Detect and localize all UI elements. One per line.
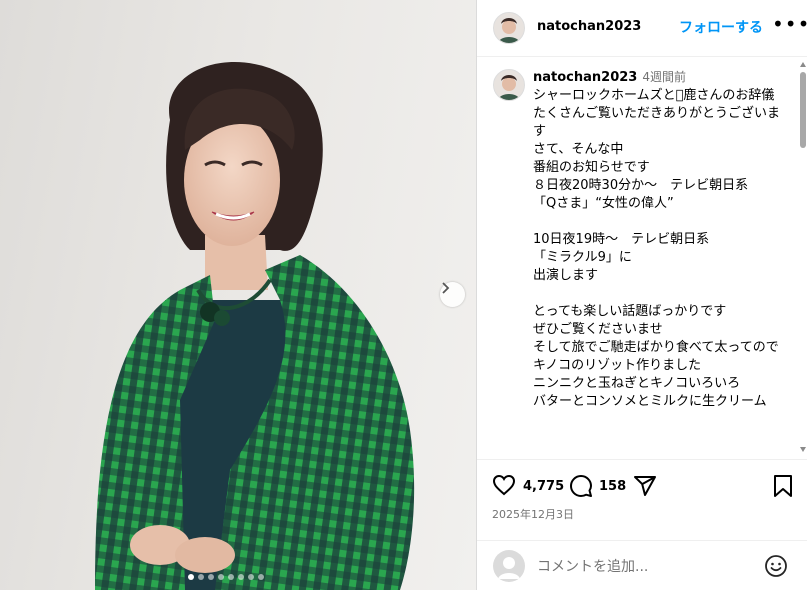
comment-bubble-icon[interactable] bbox=[569, 474, 593, 498]
caption-scrollbar[interactable] bbox=[799, 62, 807, 452]
comment-composer: コメントを追加... bbox=[477, 540, 807, 590]
header-username[interactable]: natochan2023 bbox=[537, 19, 641, 34]
caption-time[interactable]: 4週間前 bbox=[642, 70, 686, 84]
bookmark-icon[interactable] bbox=[773, 474, 793, 498]
carousel-dot bbox=[218, 574, 224, 580]
comment-count[interactable]: 158 bbox=[599, 479, 626, 494]
scroll-down-arrow-icon[interactable] bbox=[800, 447, 806, 452]
default-user-icon bbox=[498, 557, 520, 579]
current-user-avatar bbox=[493, 550, 525, 582]
action-bar: 4,775 158 2025年12月3日 bbox=[477, 460, 807, 540]
chevron-right-icon bbox=[442, 282, 450, 294]
caption-username[interactable]: natochan2023 bbox=[533, 70, 637, 85]
carousel-dot bbox=[248, 574, 254, 580]
like-count[interactable]: 4,775 bbox=[523, 479, 564, 494]
carousel-dot bbox=[258, 574, 264, 580]
post-header: natochan2023 フォローする ••• bbox=[477, 0, 807, 57]
post-date[interactable]: 2025年12月3日 bbox=[492, 506, 574, 522]
portrait-image bbox=[95, 62, 415, 590]
caption-scroll-area[interactable]: natochan2023 4週間前 シャーロックホームズと 鹿さんのお辞儀 たくさ… bbox=[477, 57, 807, 460]
avatar-photo bbox=[498, 75, 520, 100]
smiley-icon[interactable] bbox=[764, 554, 788, 578]
carousel-dot bbox=[208, 574, 214, 580]
avatar[interactable] bbox=[493, 12, 525, 44]
comment-input[interactable]: コメントを追加... bbox=[537, 556, 648, 576]
caption-avatar[interactable] bbox=[493, 69, 525, 101]
follow-button[interactable]: フォローする bbox=[679, 17, 763, 37]
caption-header: natochan2023 4週間前 bbox=[533, 68, 686, 85]
carousel-next-button[interactable] bbox=[440, 282, 465, 307]
carousel-dot bbox=[238, 574, 244, 580]
post-photo[interactable] bbox=[0, 0, 476, 590]
scrollbar-thumb[interactable] bbox=[800, 72, 806, 148]
carousel-dot bbox=[198, 574, 204, 580]
carousel-dot-active bbox=[188, 574, 194, 580]
scroll-up-arrow-icon[interactable] bbox=[800, 62, 806, 67]
carousel-indicator bbox=[188, 574, 264, 580]
caption-text: シャーロックホームズと 鹿さんのお辞儀 たくさんご覧いただきありがとうございます… bbox=[533, 88, 781, 409]
post-side-panel: natochan2023 フォローする ••• natochan2023 4週間前… bbox=[476, 0, 807, 590]
heart-icon[interactable] bbox=[492, 474, 516, 496]
avatar-photo bbox=[498, 18, 520, 43]
carousel-dot bbox=[228, 574, 234, 580]
paper-plane-icon[interactable] bbox=[633, 474, 657, 498]
more-options-icon[interactable]: ••• bbox=[772, 14, 807, 34]
